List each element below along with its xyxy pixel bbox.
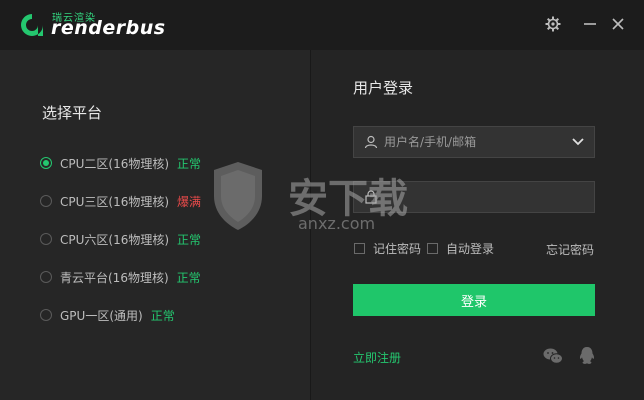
platform-status: 正常 <box>176 270 201 285</box>
platform-status: 爆满 <box>177 194 202 209</box>
platform-item-qingyun[interactable]: 青云平台(16物理核) 正常 <box>40 267 201 287</box>
platform-item-cpu3[interactable]: CPU三区(16物理核) 爆满 <box>40 191 201 211</box>
platform-status: 正常 <box>177 156 202 171</box>
auto-login-checkbox[interactable] <box>427 243 438 254</box>
platform-radio[interactable] <box>40 157 52 169</box>
qq-icon[interactable] <box>576 345 598 367</box>
platform-status: 正常 <box>177 232 202 247</box>
platform-label: GPU一区(通用) <box>60 308 143 323</box>
platform-radio[interactable] <box>40 195 52 207</box>
settings-button[interactable] <box>543 14 563 34</box>
login-button[interactable]: 登录 <box>353 284 595 316</box>
platform-radio[interactable] <box>40 233 52 245</box>
platform-item-cpu2[interactable]: CPU二区(16物理核) 正常 <box>40 153 201 173</box>
remember-label: 记住密码 <box>373 242 422 256</box>
platform-label: CPU三区(16物理核) <box>60 194 170 209</box>
username-field[interactable] <box>353 126 595 158</box>
login-title: 用户登录 <box>353 79 414 97</box>
remember-checkbox[interactable] <box>354 243 365 254</box>
platform-label: 青云平台(16物理核) <box>60 270 169 285</box>
minimize-icon <box>584 23 596 25</box>
password-field[interactable] <box>353 181 595 213</box>
platform-item-cpu6[interactable]: CPU六区(16物理核) 正常 <box>40 229 201 249</box>
platform-title: 选择平台 <box>42 104 103 122</box>
user-icon <box>364 135 378 149</box>
username-input[interactable] <box>384 127 572 157</box>
platform-radio[interactable] <box>40 309 52 321</box>
close-button[interactable] <box>608 14 628 34</box>
auto-login-option[interactable]: 自动登录 <box>427 240 494 257</box>
auto-login-label: 自动登录 <box>446 242 495 256</box>
register-link[interactable]: 立即注册 <box>353 349 401 366</box>
forgot-password-link[interactable]: 忘记密码 <box>546 241 594 258</box>
title-bar: 瑞云渲染 renderbus <box>0 0 644 50</box>
gear-icon <box>545 16 561 32</box>
lock-icon <box>365 190 377 204</box>
password-input[interactable] <box>384 182 594 212</box>
logo-wordmark: renderbus <box>51 17 166 39</box>
renderbus-logo-icon <box>21 14 43 36</box>
platform-label: CPU二区(16物理核) <box>60 156 170 171</box>
chevron-down-icon[interactable] <box>572 138 584 146</box>
platform-item-gpu1[interactable]: GPU一区(通用) 正常 <box>40 305 175 325</box>
platform-radio[interactable] <box>40 271 52 283</box>
minimize-button[interactable] <box>580 14 600 34</box>
platform-status: 正常 <box>150 308 175 323</box>
remember-password-option[interactable]: 记住密码 <box>354 240 421 257</box>
close-icon <box>612 18 624 30</box>
wechat-icon[interactable] <box>542 345 564 367</box>
platform-label: CPU六区(16物理核) <box>60 232 170 247</box>
